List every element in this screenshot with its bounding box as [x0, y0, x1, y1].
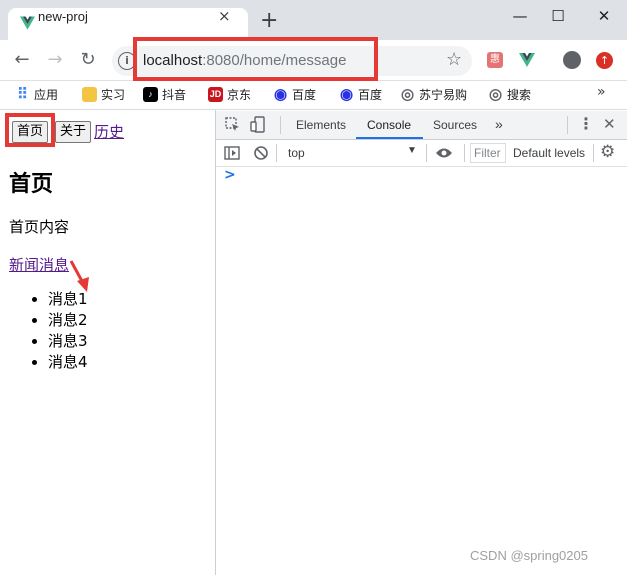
bookmark-item[interactable]: JD 京东: [208, 84, 251, 104]
close-window-button[interactable]: ✕: [584, 4, 624, 28]
maximize-button[interactable]: ☐: [538, 4, 578, 28]
toolbar-divider: [464, 144, 465, 162]
vue-logo-icon: [20, 16, 35, 30]
devtools-tabbar: [216, 111, 627, 140]
new-tab-button[interactable]: +: [260, 10, 278, 32]
toolbar-divider: [593, 144, 594, 162]
log-levels-select[interactable]: Default levels: [513, 146, 585, 160]
baidu-paw-icon: ◉: [339, 86, 354, 103]
console-settings-gear-icon[interactable]: ⚙: [600, 142, 615, 162]
context-select[interactable]: top: [288, 146, 305, 160]
bookmark-item[interactable]: 实习: [82, 84, 125, 104]
eye-icon[interactable]: [435, 147, 453, 159]
bookmark-item[interactable]: ◉ 百度: [339, 84, 382, 104]
toolbar-divider: [280, 116, 281, 134]
about-button[interactable]: 关于: [55, 121, 92, 143]
globe-icon: ◎: [400, 86, 415, 103]
bookmark-label: 实习: [101, 87, 126, 102]
active-tab-indicator: [356, 137, 423, 139]
bookmark-label: 搜索: [507, 87, 532, 102]
devtools-menu-icon[interactable]: ⋮: [578, 114, 594, 133]
list-item: 消息1: [48, 289, 88, 310]
folder-icon: [82, 86, 97, 102]
device-toolbar-icon[interactable]: [250, 116, 266, 134]
clear-console-icon[interactable]: [253, 145, 269, 161]
globe-icon: ◎: [488, 86, 503, 103]
url-highlight-box: [133, 37, 378, 81]
bookmark-label: 应用: [34, 87, 59, 102]
minimize-button[interactable]: —: [500, 4, 540, 28]
bookmark-label: 抖音: [162, 87, 187, 102]
bookmark-label: 京东: [227, 87, 252, 102]
tab-elements[interactable]: Elements: [296, 118, 346, 132]
more-tabs-icon[interactable]: »: [495, 116, 503, 132]
bookmark-item[interactable]: ◎ 苏宁易购: [400, 84, 467, 104]
douyin-icon: ♪: [143, 86, 158, 102]
tab-sources[interactable]: Sources: [433, 118, 477, 132]
toolbar-divider: [276, 144, 277, 162]
vue-devtools-extension-icon[interactable]: [519, 53, 535, 67]
bookmark-label: 百度: [358, 87, 383, 102]
forward-arrow-icon[interactable]: →: [42, 47, 68, 73]
list-item: 消息4: [48, 352, 88, 373]
news-message-link[interactable]: 新闻消息: [9, 254, 69, 275]
message-list: 消息1 消息2 消息3 消息4: [30, 289, 88, 373]
console-filter-input[interactable]: Filter: [470, 143, 506, 163]
apps-grid-icon: ⠿: [17, 86, 28, 103]
tab-title: new-proj: [38, 9, 88, 24]
profile-avatar-icon[interactable]: [563, 51, 581, 69]
jd-icon: JD: [208, 86, 223, 102]
toolbar-divider: [567, 116, 568, 134]
list-item: 消息3: [48, 331, 88, 352]
devtools-panel: [215, 110, 627, 575]
devtools-close-icon[interactable]: ✕: [603, 115, 616, 133]
home-button-highlight-box: [5, 113, 55, 147]
console-prompt[interactable]: >: [224, 167, 236, 183]
context-dropdown-icon[interactable]: ▼: [407, 145, 417, 156]
bookmark-label: 百度: [292, 87, 317, 102]
baidu-paw-icon: ◉: [273, 86, 288, 103]
update-icon[interactable]: ↑: [596, 52, 613, 69]
page-title: 首页: [9, 172, 54, 197]
toolbar-divider: [426, 144, 427, 162]
watermark-text: CSDN @spring0205: [470, 548, 588, 563]
tab-console[interactable]: Console: [367, 118, 411, 132]
bookmarks-more-icon[interactable]: »: [597, 84, 606, 100]
list-item: 消息2: [48, 310, 88, 331]
bookmark-label: 苏宁易购: [419, 87, 468, 102]
inspect-element-icon[interactable]: [225, 117, 241, 133]
tab-close-icon[interactable]: ×: [218, 7, 231, 25]
bookmark-item[interactable]: ◎ 搜索: [488, 84, 531, 104]
page-content-text: 首页内容: [9, 218, 70, 236]
bookmark-item[interactable]: ◉ 百度: [273, 84, 316, 104]
bookmark-item[interactable]: ♪ 抖音: [143, 84, 186, 104]
back-arrow-icon[interactable]: ←: [9, 47, 35, 73]
history-link[interactable]: 历史: [94, 121, 124, 142]
bookmark-star-icon[interactable]: ☆: [446, 49, 462, 70]
show-sidebar-icon[interactable]: [224, 145, 240, 161]
bookmark-item[interactable]: ⠿ 应用: [15, 84, 58, 104]
extension-red-icon[interactable]: 惠: [487, 52, 503, 68]
reload-icon[interactable]: ↻: [75, 47, 101, 73]
